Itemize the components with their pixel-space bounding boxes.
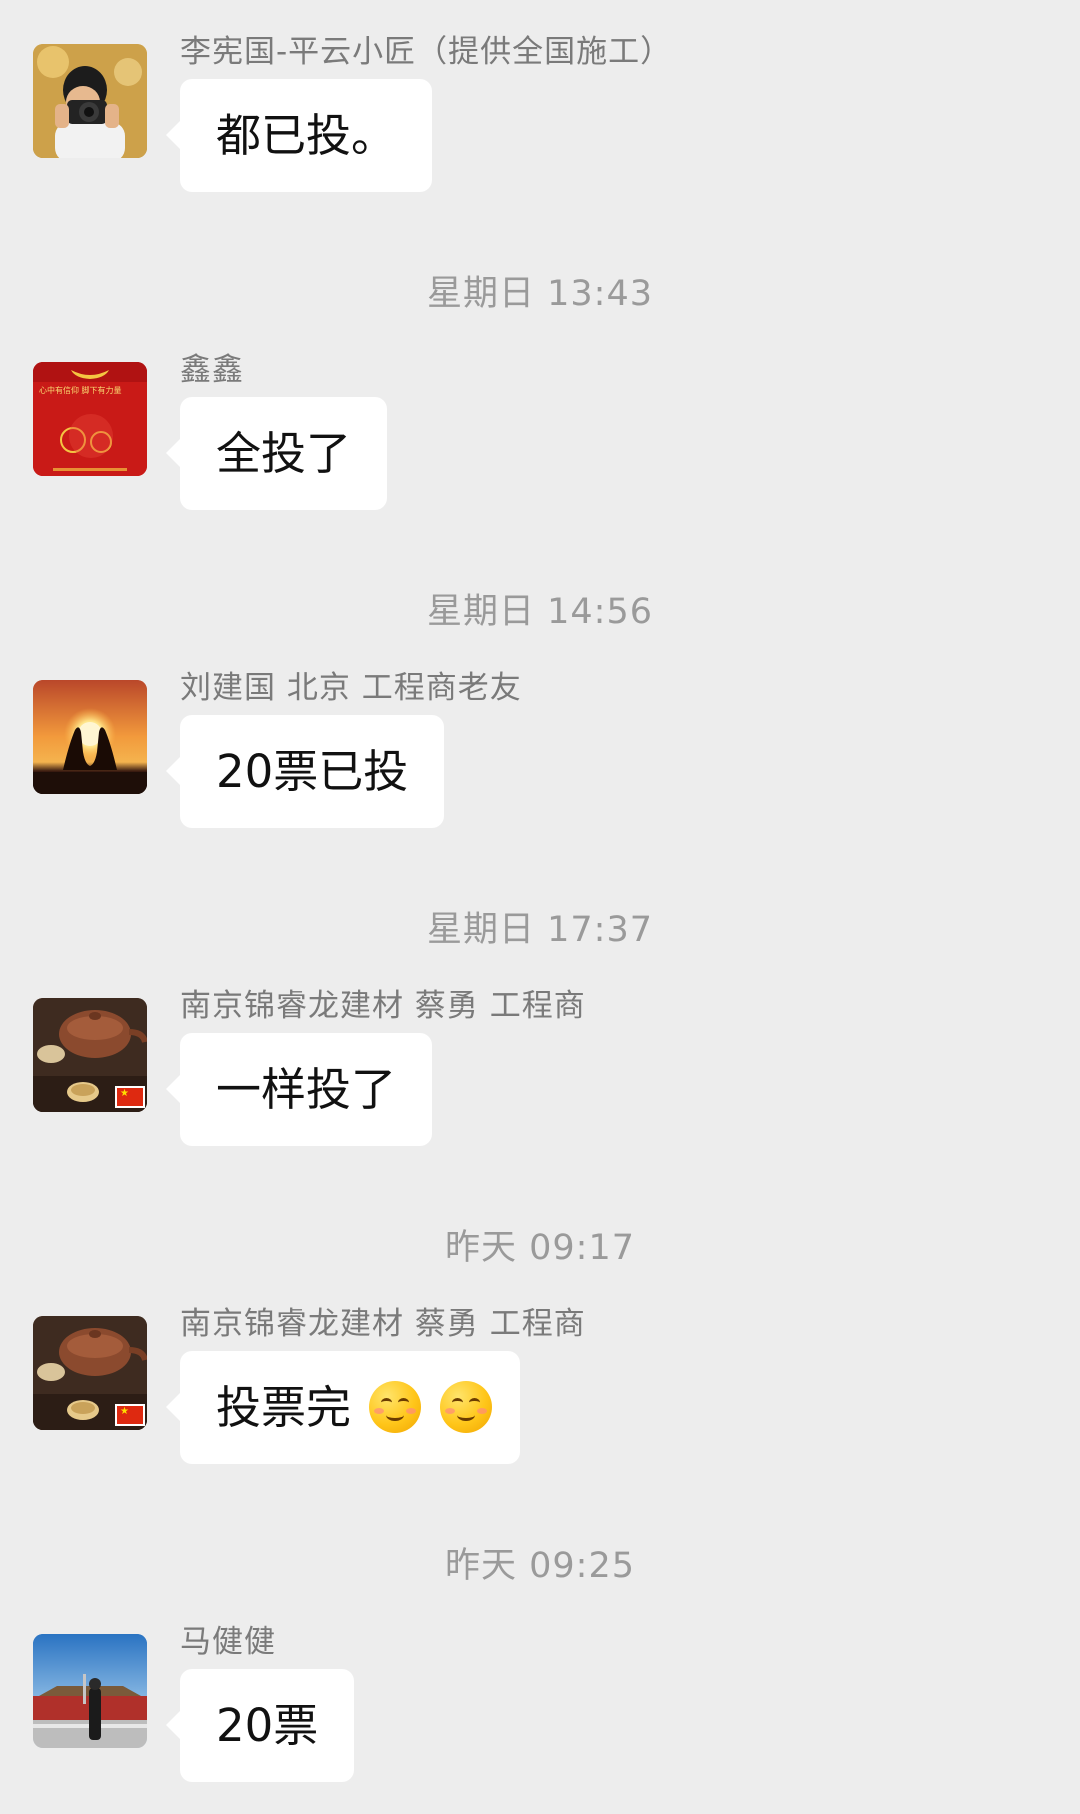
message-text: 投票完 <box>216 1381 352 1434</box>
message-bubble[interactable]: 一样投了 <box>165 1033 433 1146</box>
chat-history: 李宪国-平云小匠（提供全国施工） 都已投。 星期日 13:43 心中有信仰 脚下… <box>0 0 1080 1794</box>
chat-message: 李宪国-平云小匠（提供全国施工） 都已投。 <box>0 34 1080 224</box>
chat-message: ★ 南京锦睿龙建材 蔡勇 工程商 投票完 <box>0 1306 1080 1496</box>
chat-message: 刘建国 北京 工程商老友 20票已投 <box>0 670 1080 860</box>
message-timestamp: 星期日 14:56 <box>427 592 653 632</box>
chat-message: 马健健 20票 <box>0 1624 1080 1814</box>
sender-name: 刘建国 北京 工程商老友 <box>180 670 522 706</box>
message-timestamp: 星期日 13:43 <box>427 274 653 314</box>
teapot-avatar[interactable]: ★ <box>33 998 147 1112</box>
chat-message: ★ 南京锦睿龙建材 蔡勇 工程商 一样投了 <box>0 988 1080 1178</box>
avatar-caption: 心中有信仰 脚下有力量 <box>39 386 122 395</box>
message-bubble[interactable]: 投票完 <box>166 1351 520 1464</box>
sender-name: 马健健 <box>180 1624 276 1660</box>
smiling-face-emoji <box>369 1381 422 1433</box>
sender-name: 鑫鑫 <box>180 352 244 388</box>
teapot-avatar[interactable]: ★ <box>33 1316 147 1430</box>
message-bubble[interactable]: 20票已投 <box>165 715 445 828</box>
china-flag-icon: ★ <box>115 1086 145 1108</box>
message-timestamp: 昨天 09:25 <box>445 1546 635 1586</box>
party-emblem-avatar[interactable]: 心中有信仰 脚下有力量 <box>33 362 147 476</box>
tiananmen-avatar[interactable] <box>33 1634 147 1748</box>
china-flag-icon: ★ <box>115 1404 145 1426</box>
message-bubble[interactable]: 全投了 <box>165 397 388 510</box>
sender-name: 李宪国-平云小匠（提供全国施工） <box>180 34 673 70</box>
message-bubble[interactable]: 20票 <box>165 1669 355 1782</box>
photographer-avatar[interactable] <box>33 44 147 158</box>
sender-name: 南京锦睿龙建材 蔡勇 工程商 <box>180 988 586 1024</box>
sunset-hands-avatar[interactable] <box>33 680 147 794</box>
smiling-face-emoji <box>439 1381 492 1433</box>
message-timestamp: 星期日 17:37 <box>427 910 653 950</box>
message-timestamp: 昨天 09:17 <box>445 1228 635 1268</box>
chat-message: 心中有信仰 脚下有力量 鑫鑫 全投了 <box>0 352 1080 542</box>
message-bubble[interactable]: 都已投。 <box>165 79 433 192</box>
sender-name: 南京锦睿龙建材 蔡勇 工程商 <box>180 1306 586 1342</box>
